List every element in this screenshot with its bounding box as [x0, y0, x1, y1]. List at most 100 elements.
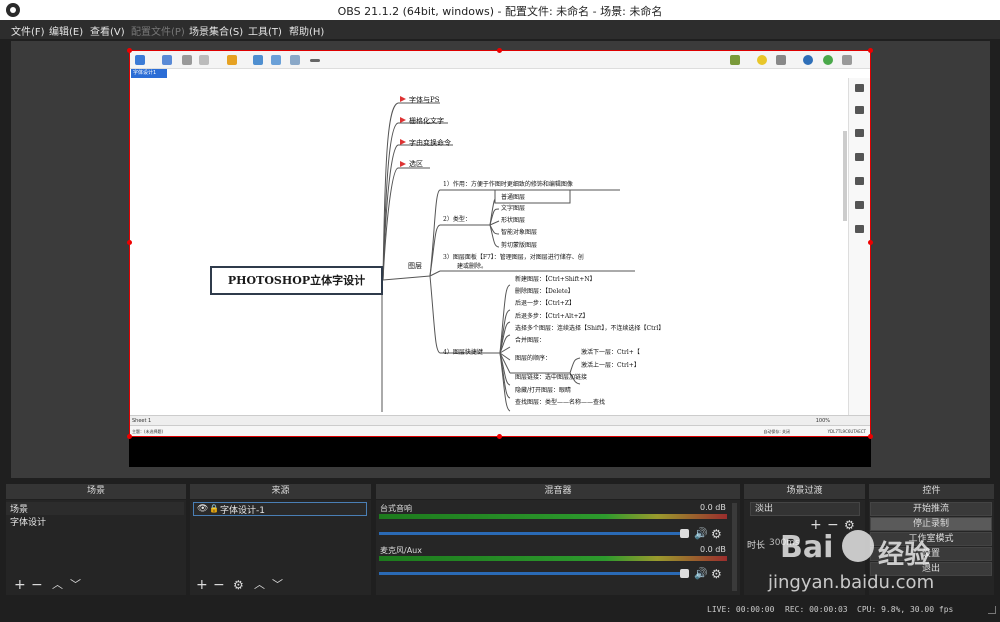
speaker-icon[interactable]: 🔊	[694, 567, 708, 581]
central-topic[interactable]: PHOTOSHOP立体字设计	[210, 266, 383, 295]
mixer-scrollbar[interactable]	[732, 503, 737, 591]
resize-handle[interactable]	[868, 48, 873, 53]
menu-tools[interactable]: 工具(T)	[248, 23, 282, 38]
audio-meter	[379, 556, 727, 561]
move-up-icon[interactable]: ︿	[254, 578, 265, 592]
scenes-panel: 场景 字体设计 + − ︿ ﹀	[6, 500, 186, 595]
gear-icon[interactable]: ⚙	[711, 567, 722, 581]
speaker-icon[interactable]: 🔊	[694, 527, 708, 541]
volume-slider[interactable]	[379, 572, 689, 575]
branch-layers[interactable]: 图层	[408, 261, 422, 271]
resize-handle[interactable]	[127, 434, 132, 439]
volume-slider-knob[interactable]	[680, 529, 689, 538]
menu-help[interactable]: 帮助(H)	[289, 23, 324, 38]
menu-edit[interactable]: 编辑(E)	[49, 23, 83, 38]
mixer-db-desktop: 0.0 dB	[700, 503, 726, 512]
menu-scene-collection[interactable]: 场景集合(S)	[189, 23, 243, 38]
sources-panel-title: 来源	[190, 484, 371, 499]
resize-handle[interactable]	[497, 434, 502, 439]
shortcut-delete[interactable]: 删除图层：【Delete】	[515, 286, 574, 295]
order-prev[interactable]: 激活上一层：Ctrl+】	[581, 360, 640, 369]
lock-icon[interactable]: 🔒	[209, 504, 219, 513]
layer-type[interactable]: 2）类型：	[443, 214, 471, 223]
move-down-icon[interactable]: ﹀	[70, 578, 81, 592]
shortcut-find[interactable]: 查找图层：类型——名称——查找	[515, 397, 605, 406]
mixer-panel-title: 混音器	[376, 484, 740, 499]
brush-icon[interactable]	[855, 84, 864, 92]
gear-icon[interactable]: ⚙	[711, 527, 722, 541]
shortcut-select-multiple[interactable]: 选择多个图层：连续选择【Shift】，不连续选择【Ctrl】	[515, 323, 664, 332]
shortcut-order[interactable]: 图层的顺序：	[515, 353, 551, 362]
watermark-url: jingyan.baidu.com	[768, 572, 935, 593]
flag-icon[interactable]	[855, 129, 864, 137]
resize-handle[interactable]	[868, 240, 873, 245]
resize-handle[interactable]	[127, 240, 132, 245]
type-shape[interactable]: 形状图层	[501, 215, 525, 224]
keyboard-icon[interactable]	[855, 153, 864, 161]
xmind-side-panel	[848, 78, 870, 418]
transition-type: 淡出	[755, 504, 774, 514]
shortcut-link[interactable]: 图层链接：选中图层加链接	[515, 372, 587, 381]
branch-transform[interactable]: 字由变换命令	[409, 138, 451, 148]
xmind-sheet-bar: Sheet 1 100%	[130, 415, 870, 425]
shortcut-visibility[interactable]: 隐藏/打开图层：眼睛	[515, 385, 571, 394]
scenes-panel-title: 场景	[6, 484, 186, 499]
resize-handle[interactable]	[497, 48, 502, 53]
window-title: OBS 21.1.2 (64bit, windows) - 配置文件: 未命名 …	[337, 5, 663, 18]
status-user: YDL7TL9C6UTAECT	[827, 429, 866, 434]
mixer-channel-desktop: 台式音响	[380, 504, 412, 513]
baidu-watermark: Bai 经验 jingyan.baidu.com	[760, 520, 980, 600]
resize-handle[interactable]	[127, 48, 132, 53]
note-icon[interactable]	[855, 177, 864, 185]
task-icon[interactable]	[855, 225, 864, 233]
comment-icon[interactable]	[855, 201, 864, 209]
start-streaming-button[interactable]: 开始推流	[870, 502, 992, 516]
layer-use[interactable]: 1）作用：方便于作图时更细致的修饰和编辑图像	[443, 179, 573, 188]
zoom-level[interactable]: 100%	[816, 418, 830, 424]
audio-meter	[379, 514, 727, 519]
branch-font-ps[interactable]: 字体与PS	[409, 95, 440, 105]
add-source-icon[interactable]: +	[196, 578, 208, 592]
type-normal[interactable]: 普通图层	[501, 192, 525, 201]
type-text[interactable]: 文字图层	[501, 203, 525, 212]
mindmap-lines	[381, 96, 635, 412]
menu-view[interactable]: 查看(V)	[90, 23, 125, 38]
source-item[interactable]: 👁 🔒 字体设计-1	[193, 502, 367, 516]
type-clipping-mask[interactable]: 剪切蒙版图层	[501, 240, 537, 249]
type-smart-object[interactable]: 智能对象图层	[501, 227, 537, 236]
layer-panel-line2[interactable]: 建或删除。	[457, 261, 487, 270]
menu-file[interactable]: 文件(F)	[11, 23, 45, 38]
shortcut-undo[interactable]: 后退一步：【Ctrl+Z】	[515, 298, 575, 307]
shortcut-multi-undo[interactable]: 后退多步：【Ctrl+Alt+Z】	[515, 311, 589, 320]
resize-handle[interactable]	[868, 434, 873, 439]
eye-icon[interactable]: 👁	[197, 504, 208, 514]
shortcut-merge[interactable]: 合并图层：	[515, 335, 545, 344]
sheet-tab[interactable]: Sheet 1	[132, 418, 151, 424]
captured-window-source[interactable]: 字体设计1 PHOTOSHOP立体字设计 字体与PS 栅格化文字 字由变换命令 …	[129, 50, 871, 437]
status-bar: LIVE: 00:00:00 REC: 00:00:03 CPU: 9.8%, …	[0, 600, 1000, 622]
branch-rasterize[interactable]: 栅格化文字	[409, 116, 444, 126]
scene-item[interactable]: 场景	[6, 502, 184, 515]
transition-select[interactable]: 淡出	[750, 502, 860, 516]
transitions-panel-title: 场景过渡	[744, 484, 865, 499]
move-down-icon[interactable]: ﹀	[272, 578, 283, 592]
order-next[interactable]: 激活下一层：Ctrl+【	[581, 347, 640, 356]
image-icon[interactable]	[855, 106, 864, 114]
gear-icon[interactable]: ⚙	[233, 578, 244, 592]
resize-grip-icon[interactable]	[988, 606, 996, 614]
volume-slider-knob[interactable]	[680, 569, 689, 578]
layer-shortcuts[interactable]: 4）图层快捷键	[443, 347, 483, 356]
add-scene-icon[interactable]: +	[14, 578, 26, 592]
controls-panel-title: 控件	[869, 484, 994, 499]
menu-bar: 文件(F) 编辑(E) 查看(V) 配置文件(P) 场景集合(S) 工具(T) …	[0, 20, 1000, 39]
volume-slider[interactable]	[379, 532, 689, 535]
window-titlebar: OBS 21.1.2 (64bit, windows) - 配置文件: 未命名 …	[0, 0, 1000, 20]
move-up-icon[interactable]: ︿	[52, 578, 63, 592]
shortcut-new-layer[interactable]: 新建图层：【Ctrl+Shift+N】	[515, 274, 596, 283]
remove-source-icon[interactable]: −	[213, 578, 225, 592]
menu-profile[interactable]: 配置文件(P)	[131, 23, 185, 38]
scene-item[interactable]: 字体设计	[6, 515, 184, 528]
remove-scene-icon[interactable]: −	[31, 578, 43, 592]
branch-selection[interactable]: 选区	[409, 159, 423, 169]
layer-panel[interactable]: 3）图层面板【F7】：管理图层，对图层进行储存、创	[443, 252, 584, 261]
